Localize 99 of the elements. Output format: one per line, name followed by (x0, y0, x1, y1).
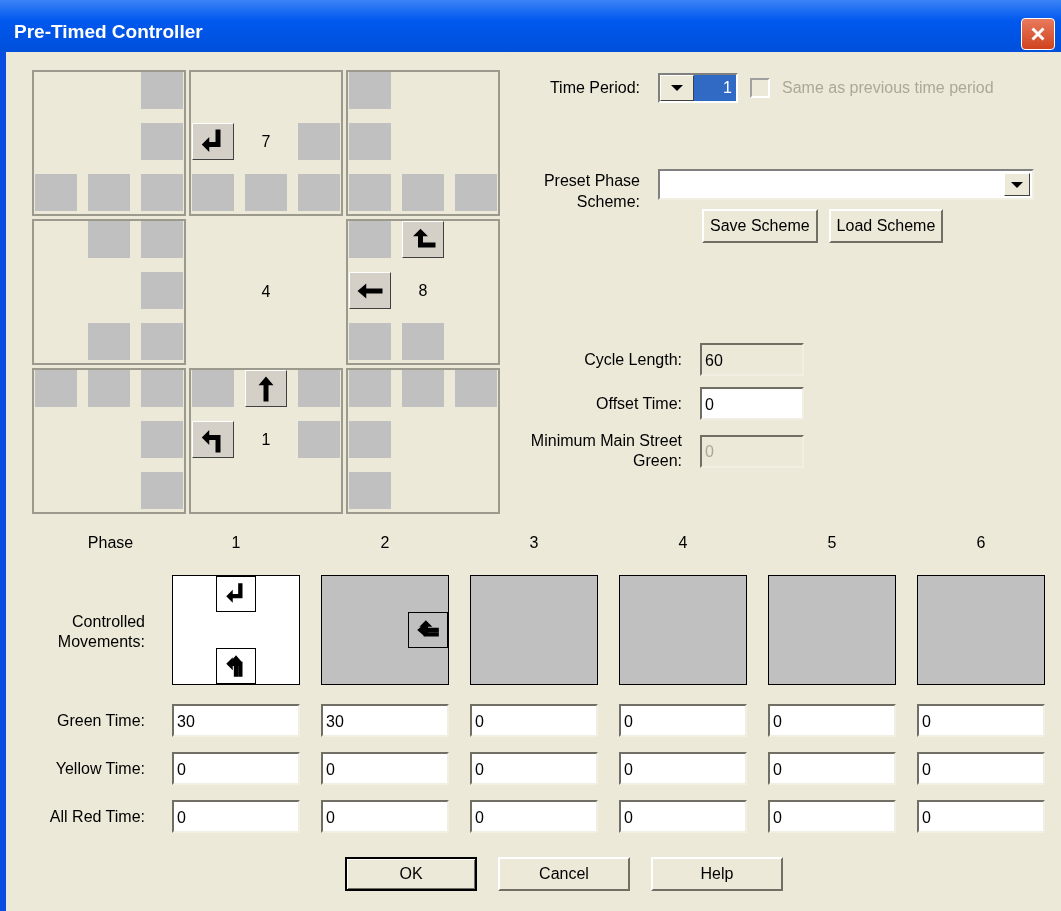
phase-number-label: 4 (261, 283, 271, 301)
phase-number-label: 7 (261, 132, 271, 151)
input-field[interactable]: 0 (768, 752, 896, 785)
lane-square (141, 272, 183, 309)
time-period-dropdown[interactable]: 1 (658, 73, 738, 103)
phase-movement-panel[interactable] (172, 575, 300, 685)
input-field[interactable]: 0 (470, 704, 598, 737)
lane-square (298, 123, 340, 160)
phase-number-label: 1 (261, 430, 271, 449)
lane-square (402, 323, 444, 360)
field-label: Cycle Length: (583, 349, 682, 370)
dialog-button[interactable]: Cancel (498, 857, 630, 891)
phase-number: 4 (677, 534, 689, 553)
phase-number-label: 8 (418, 281, 428, 300)
input-field[interactable]: 30 (172, 704, 300, 737)
movement-button[interactable] (402, 221, 444, 258)
lane-square (298, 370, 340, 407)
field-label: Minimum Main Street Green: (529, 431, 682, 471)
lane-square (88, 323, 130, 360)
input-field[interactable]: 60 (700, 343, 804, 376)
lane-square (349, 123, 391, 160)
input-field[interactable]: 0 (172, 800, 300, 833)
close-button[interactable] (1021, 18, 1055, 50)
scheme-button[interactable]: Load Scheme (828, 209, 944, 243)
phase-header-label: Phase (86, 534, 135, 553)
input-field[interactable]: 0 (321, 752, 449, 785)
lane-square (141, 323, 183, 360)
lane-square (298, 174, 340, 211)
lane-square (402, 174, 444, 211)
input-field[interactable]: 0 (470, 752, 598, 785)
phase-number: 3 (528, 534, 540, 553)
lane-square (35, 174, 77, 211)
phase-movement-panel[interactable] (470, 575, 598, 685)
lane-square (88, 174, 130, 211)
input-field[interactable]: 0 (172, 752, 300, 785)
input-field[interactable]: 0 (619, 752, 747, 785)
time-period-label: Time Period: (548, 79, 640, 97)
lane-square (141, 123, 183, 160)
phase-movement-panel[interactable] (917, 575, 1045, 685)
phase-movement-panel[interactable] (619, 575, 747, 685)
lane-square (88, 370, 130, 407)
lane-square (35, 370, 77, 407)
phase-number: 5 (826, 534, 838, 553)
lane-square (455, 174, 497, 211)
movement-button[interactable] (349, 272, 391, 309)
lane-square (192, 174, 234, 211)
input-field[interactable]: 30 (321, 704, 449, 737)
input-field[interactable]: 0 (768, 704, 896, 737)
preset-scheme-dropdown[interactable] (658, 169, 1034, 200)
scheme-button[interactable]: Save Scheme (702, 209, 818, 243)
input-field[interactable]: 0 (470, 800, 598, 833)
input-field[interactable]: 0 (917, 704, 1045, 737)
checkbox-label: Same as previous time period (782, 79, 994, 97)
dialog-button[interactable]: OK (345, 857, 477, 891)
lane-square (141, 221, 183, 258)
lane-square (402, 370, 444, 407)
input-field[interactable]: 0 (619, 704, 747, 737)
phase-movement-panel[interactable] (321, 575, 449, 685)
input-field[interactable]: 0 (917, 752, 1045, 785)
movement-button[interactable] (192, 421, 234, 458)
dropdown-arrow-icon (1011, 181, 1023, 188)
input-field[interactable]: 0 (917, 800, 1045, 833)
lane-square (192, 370, 234, 407)
lane-square (245, 174, 287, 211)
lane-square (141, 370, 183, 407)
dialog-button[interactable]: Help (651, 857, 783, 891)
lane-square (349, 221, 391, 258)
row-label: Green Time: (55, 710, 146, 731)
row-label: All Red Time: (48, 806, 146, 827)
input-field[interactable]: 0 (619, 800, 747, 833)
lane-square (349, 174, 391, 211)
row-label: Controlled Movements: (56, 612, 146, 652)
input-field[interactable]: 0 (321, 800, 449, 833)
movement-button[interactable] (192, 123, 234, 160)
phase-number: 1 (230, 534, 242, 553)
lane-square (349, 370, 391, 407)
lane-square (141, 72, 183, 109)
lane-square (349, 421, 391, 458)
lane-square (88, 221, 130, 258)
lane-square (141, 174, 183, 211)
lane-square (298, 421, 340, 458)
row-label: Yellow Time: (54, 758, 146, 779)
field-label: Offset Time: (595, 393, 682, 414)
dropdown-arrow-icon (671, 85, 683, 91)
phase-number: 6 (975, 534, 987, 553)
input-field[interactable]: 0 (768, 800, 896, 833)
lane-square (141, 421, 183, 458)
lane-square (455, 370, 497, 407)
window-title: Pre-Timed Controller (13, 20, 203, 43)
input-field[interactable]: 0 (700, 387, 804, 420)
movement-button[interactable] (245, 370, 287, 407)
lane-square (349, 323, 391, 360)
lane-square (349, 472, 391, 509)
phase-movement-panel[interactable] (768, 575, 896, 685)
preset-scheme-label: Preset Phase Scheme: (542, 171, 640, 212)
input-field: 0 (700, 434, 804, 468)
lane-square (349, 72, 391, 109)
lane-square (141, 472, 183, 509)
phase-number: 2 (379, 534, 391, 553)
